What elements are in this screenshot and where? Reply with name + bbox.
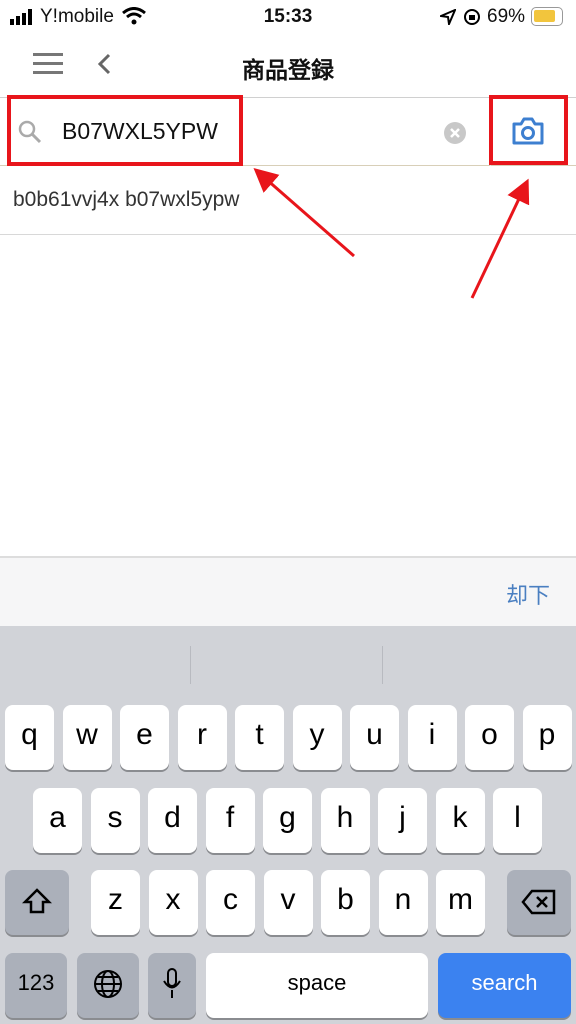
annotation-box-camera: [489, 95, 568, 165]
annotation-arrow: [253, 168, 355, 258]
annotation-arrow: [470, 178, 530, 299]
annotation-box-search: [7, 95, 243, 166]
annotation-overlay: [7, 95, 568, 299]
